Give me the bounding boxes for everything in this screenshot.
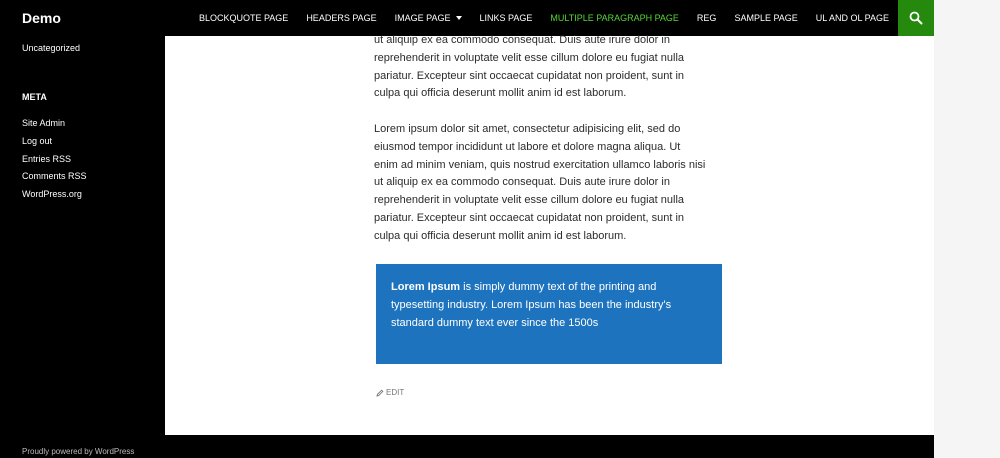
text-line: ut aliquip ex ea commodo consequat. Duis…	[374, 176, 670, 189]
site-page: Demo BLOCKQUOTE PAGE HEADERS PAGE IMAGE …	[0, 0, 934, 458]
callout-bold-text: Lorem Ipsum	[391, 281, 461, 293]
nav-item-image-page[interactable]: IMAGE PAGE	[386, 0, 471, 36]
category-link-uncategorized[interactable]: Uncategorized	[22, 42, 80, 54]
nav-item-headers-page[interactable]: HEADERS PAGE	[297, 0, 385, 36]
site-title-link[interactable]: Demo	[22, 9, 61, 27]
meta-link-log-out[interactable]: Log out	[22, 135, 52, 147]
text-line: reprehenderit in voluptate velit esse ci…	[374, 51, 685, 64]
nav-item-multiple-paragraph-page[interactable]: MULTIPLE PARAGRAPH PAGE	[541, 0, 688, 36]
paragraph: ut aliquip ex ea commodo consequat. Duis…	[374, 32, 726, 103]
text-line: culpa qui officia deserunt mollit anim i…	[374, 229, 627, 242]
sidebar: Uncategorized META Site Admin Log out En…	[0, 36, 165, 458]
search-icon	[909, 11, 923, 25]
meta-widget-title: META	[22, 92, 47, 102]
text-line: Lorem ipsum dolor sit amet, consectetur …	[374, 123, 681, 135]
nav-item-reg[interactable]: REG	[688, 0, 726, 36]
meta-link-wordpress-org[interactable]: WordPress.org	[22, 188, 82, 200]
search-toggle-button[interactable]	[898, 0, 934, 36]
edit-link-label: EDIT	[386, 388, 405, 397]
text-line: culpa qui officia deserunt mollit anim i…	[374, 87, 627, 100]
text-line: pariatur. Excepteur sint occaecat cupida…	[374, 69, 685, 82]
callout-text: typesetting industry. Lorem Ipsum has be…	[391, 299, 672, 311]
nav-item-blockquote-page[interactable]: BLOCKQUOTE PAGE	[190, 0, 297, 36]
meta-link-entries-rss[interactable]: Entries RSS	[22, 153, 71, 165]
callout-text: standard dummy text ever since the 1500s	[391, 317, 599, 329]
edit-link[interactable]: EDIT	[376, 388, 404, 398]
footer-credit-link[interactable]: Proudly powered by WordPress	[22, 447, 134, 457]
text-line: enim ad minim veniam, quis nostrud exerc…	[374, 158, 706, 171]
meta-link-site-admin[interactable]: Site Admin	[22, 117, 65, 129]
callout-box: Lorem Ipsum is simply dummy text of the …	[376, 264, 722, 364]
site-header: Demo BLOCKQUOTE PAGE HEADERS PAGE IMAGE …	[0, 0, 934, 36]
caret-down-icon	[455, 16, 462, 20]
callout-text: is simply dummy text of the printing and	[460, 281, 657, 293]
text-line: eiusmod tempor incididunt ut labore et d…	[374, 140, 681, 153]
primary-navigation: BLOCKQUOTE PAGE HEADERS PAGE IMAGE PAGE …	[190, 0, 898, 36]
text-line: pariatur. Excepteur sint occaecat cupida…	[374, 211, 685, 224]
nav-item-links-page[interactable]: LINKS PAGE	[471, 0, 542, 36]
site-footer: Proudly powered by WordPress	[0, 435, 934, 458]
paragraph: Lorem ipsum dolor sit amet, consectetur …	[374, 121, 726, 246]
text-line: reprehenderit in voluptate velit esse ci…	[374, 194, 685, 207]
nav-item-ul-and-ol-page[interactable]: UL AND OL PAGE	[807, 0, 898, 36]
nav-item-sample-page[interactable]: SAMPLE PAGE	[725, 0, 806, 36]
nav-item-image-page-label: IMAGE PAGE	[394, 13, 451, 23]
pencil-icon	[376, 389, 384, 397]
text-line: ut aliquip ex ea commodo consequat. Duis…	[374, 34, 670, 46]
meta-link-comments-rss[interactable]: Comments RSS	[22, 170, 87, 182]
